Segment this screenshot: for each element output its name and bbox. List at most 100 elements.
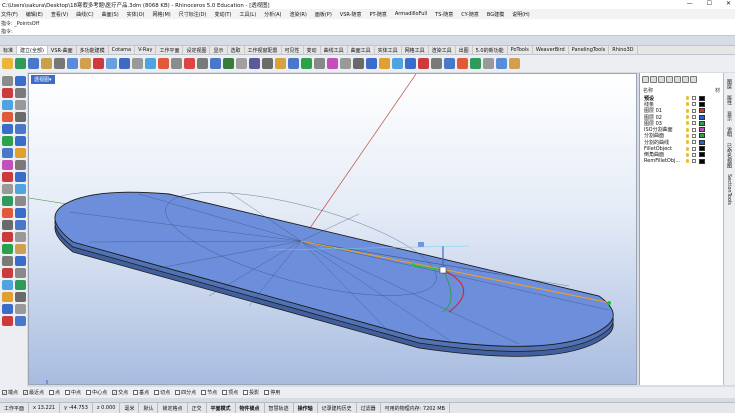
tab-surface-tools[interactable]: 曲面工具 [348, 46, 375, 54]
point-icon[interactable] [15, 76, 26, 86]
text-icon[interactable] [15, 160, 26, 170]
status-grid-snap[interactable]: 锁定格点 [158, 403, 188, 413]
osnap-mid[interactable]: 中点 [65, 389, 81, 396]
menu-vsr[interactable]: VSR-随意 [340, 11, 362, 18]
perspective-viewport[interactable]: 透视图▾ [28, 73, 637, 385]
dimension-icon[interactable] [15, 244, 26, 254]
tab-cotama[interactable]: Cotama [109, 46, 136, 54]
boolean-icon[interactable] [444, 58, 455, 69]
mesh-tool-icon[interactable] [2, 160, 13, 170]
arc-icon[interactable] [15, 100, 26, 110]
lightbulb-icon[interactable] [686, 133, 689, 138]
tab-vsr-surface[interactable]: VSR-曲面 [48, 46, 77, 54]
osnap-near[interactable]: ✓ 最近点 [23, 389, 44, 396]
checkbox[interactable] [175, 390, 181, 395]
sphere-icon[interactable] [15, 148, 26, 158]
environment-icon[interactable] [301, 58, 312, 69]
lock-tool-icon[interactable] [2, 280, 13, 290]
checkbox[interactable] [65, 390, 71, 395]
new-layer-icon[interactable] [642, 76, 649, 83]
lock-icon[interactable] [692, 121, 696, 126]
new-file-icon[interactable] [2, 58, 13, 69]
checkbox[interactable] [133, 390, 139, 395]
tab-mesh-tools[interactable]: 网格工具 [402, 46, 429, 54]
undo-icon[interactable] [93, 58, 104, 69]
menu-file[interactable]: 文件(F) [1, 11, 18, 18]
block-icon[interactable] [379, 58, 390, 69]
layer-color-swatch[interactable] [699, 146, 705, 152]
lock-icon[interactable] [692, 127, 696, 132]
array-icon[interactable] [15, 232, 26, 242]
lock-icon[interactable] [692, 140, 696, 145]
lock-icon[interactable] [692, 115, 696, 120]
command-prompt[interactable]: 指令: [1, 28, 13, 35]
layer-color-swatch[interactable] [699, 127, 705, 133]
analyze-icon[interactable] [327, 58, 338, 69]
move-up-icon[interactable] [666, 76, 673, 83]
status-ortho[interactable]: 正交 [188, 403, 207, 413]
side-tab-layers[interactable]: 图层 [726, 79, 733, 89]
save-icon[interactable] [28, 58, 39, 69]
loft-icon[interactable] [2, 136, 13, 146]
lock-icon[interactable] [692, 146, 696, 151]
cplane-icon[interactable] [197, 58, 208, 69]
tab-viewport-layout[interactable]: 工作视窗配置 [245, 46, 282, 54]
cplane-tool-icon[interactable] [2, 304, 13, 314]
hide-tool-icon[interactable] [2, 268, 13, 278]
offset-tool-icon[interactable] [2, 244, 13, 254]
fillet-edge-icon[interactable] [2, 172, 13, 182]
lock-icon[interactable] [692, 108, 696, 113]
maximize-button[interactable]: ☐ [707, 0, 712, 7]
side-tab-named-views[interactable]: 已命名视图 [726, 143, 733, 168]
checkbox[interactable]: ✓ [2, 390, 7, 395]
surface-corner-icon[interactable] [2, 124, 13, 134]
checkbox[interactable] [264, 390, 270, 395]
group-icon[interactable] [366, 58, 377, 69]
mesh-icon[interactable] [431, 58, 442, 69]
rotate-icon[interactable] [2, 220, 13, 230]
tab-visibility[interactable]: 可见性 [282, 46, 304, 54]
extrude-icon[interactable] [15, 124, 26, 134]
rotate-view-icon[interactable] [132, 58, 143, 69]
copy-tool-icon[interactable] [15, 208, 26, 218]
zoom-icon[interactable] [145, 58, 156, 69]
layer-color-swatch[interactable] [699, 120, 705, 126]
boolean-union-icon[interactable] [15, 172, 26, 182]
analyze-tool-icon[interactable] [2, 256, 13, 266]
pan-icon[interactable] [119, 58, 130, 69]
solid-icon[interactable] [418, 58, 429, 69]
osnap-center[interactable]: 中心点 [86, 389, 107, 396]
command-line[interactable]: 指令: [0, 27, 735, 36]
layer-color-swatch[interactable] [699, 139, 705, 145]
circle-icon[interactable] [2, 100, 13, 110]
side-tab-help[interactable]: 说明 [726, 127, 733, 137]
lock-icon[interactable] [692, 159, 696, 164]
lightbulb-icon[interactable] [686, 140, 689, 145]
options-icon[interactable] [314, 58, 325, 69]
tab-multi-modeling[interactable]: 多功能建模 [77, 46, 109, 54]
minimize-button[interactable]: — [687, 0, 693, 7]
status-smarttrack[interactable]: 智慧轨迹 [265, 403, 294, 413]
menu-surface[interactable]: 曲面(S) [102, 11, 119, 18]
move-down-icon[interactable] [674, 76, 681, 83]
lightbulb-icon[interactable] [686, 115, 689, 120]
tab-rhino3d[interactable]: Rhino3D [609, 46, 638, 54]
tab-cplane[interactable]: 工作平面 [156, 46, 184, 54]
tab-select[interactable]: 选取 [228, 46, 245, 54]
sweep-icon[interactable] [15, 136, 26, 146]
menu-ts[interactable]: TS-随意 [435, 11, 453, 18]
tab-weaverbird[interactable]: WeaverBird [533, 46, 569, 54]
status-gumball[interactable]: 操作轴 [294, 403, 318, 413]
gumball-tool-icon[interactable] [15, 316, 26, 326]
split-icon[interactable] [496, 58, 507, 69]
menu-armadillo[interactable]: ArmadilloFull [395, 11, 427, 17]
redo-icon[interactable] [106, 58, 117, 69]
properties-icon[interactable] [262, 58, 273, 69]
snap-tool-icon[interactable] [2, 316, 13, 326]
menu-analyze[interactable]: 分析(A) [264, 11, 281, 18]
tab-vray[interactable]: V-Ray [135, 46, 157, 54]
lightbulb-icon[interactable] [686, 121, 689, 126]
zoom-extents-icon[interactable] [158, 58, 169, 69]
menu-tools[interactable]: 工具(L) [239, 11, 256, 18]
menu-panels[interactable]: 面板(P) [315, 11, 332, 18]
